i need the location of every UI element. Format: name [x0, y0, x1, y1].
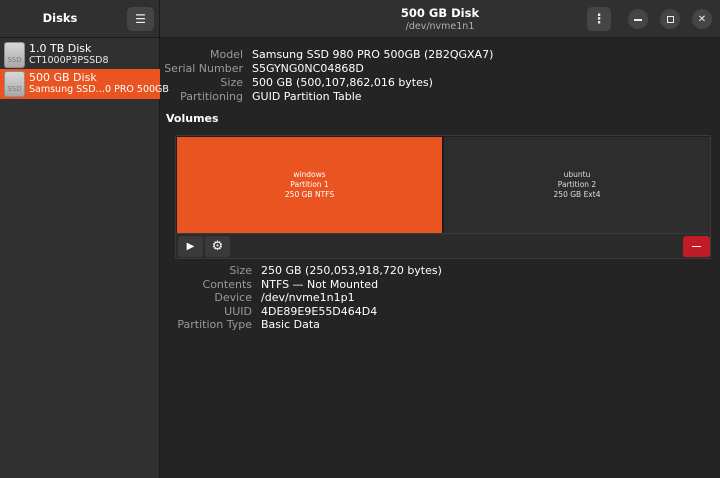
partition-size-label: Size	[229, 264, 252, 277]
device-value: /dev/nvme1n1p1	[261, 291, 355, 304]
serial-value: S5GYNG0NC04868D	[252, 62, 364, 75]
partitioning-label: Partitioning	[180, 90, 243, 103]
hamburger-icon: ☰	[135, 12, 146, 26]
size-label: Size	[220, 76, 243, 89]
uuid-label: UUID	[224, 304, 252, 318]
play-icon: ▶	[186, 241, 195, 252]
disk-item-1tb[interactable]: SSD 1.0 TB Disk CT1000P3PSSD8	[0, 40, 160, 70]
partition-type-value: Basic Data	[261, 318, 320, 331]
partition-info: Size 250 GB (250,053,918,720 bytes) Cont…	[160, 264, 720, 334]
volume-toolbar: ▶ ⚙	[176, 233, 710, 258]
minimize-icon	[634, 19, 642, 21]
disk-name: 1.0 TB Disk	[29, 42, 92, 55]
partition-detail: 250 GB NTFS	[284, 190, 335, 199]
maximize-icon	[666, 15, 674, 23]
partition-name: ubuntu	[563, 170, 591, 179]
partitioning-value: GUID Partition Table	[252, 90, 362, 103]
device-label: Device	[214, 291, 252, 304]
model-label: Model	[209, 48, 243, 61]
partition-1-block[interactable]: windows Partition 1 250 GB NTFS	[177, 137, 443, 233]
kebab-menu-icon: ⋮	[592, 11, 606, 27]
volume-map: windows Partition 1 250 GB NTFS ubuntu P…	[175, 135, 711, 259]
partition-size-value: 250 GB (250,053,918,720 bytes)	[261, 264, 442, 277]
contents-value: NTFS — Not Mounted	[261, 277, 379, 291]
volumes-heading: Volumes	[166, 112, 219, 125]
disk-model: CT1000P3PSSD8	[29, 55, 109, 66]
disk-info: Model Samsung SSD 980 PRO 500GB (2B2QGXA…	[160, 48, 720, 108]
disk-item-500gb[interactable]: SSD 500 GB Disk Samsung SSD…0 PRO 500GB	[0, 69, 169, 99]
ssd-drive-icon: SSD	[4, 42, 25, 68]
minus-icon	[692, 245, 701, 248]
disk-model: Samsung SSD…0 PRO 500GB	[29, 84, 169, 95]
ssd-drive-icon: SSD	[4, 71, 25, 97]
drive-options-button[interactable]: ⋮	[587, 7, 611, 31]
partition-name: windows	[293, 170, 326, 179]
mount-button[interactable]: ▶	[178, 236, 203, 257]
partition-detail: 250 GB Ext4	[553, 190, 601, 199]
minimize-button[interactable]	[628, 9, 648, 29]
maximize-button[interactable]	[660, 9, 680, 29]
partition-number: Partition 1	[290, 180, 329, 189]
main-menu-button[interactable]: ☰	[127, 7, 154, 31]
serial-label: Serial Number	[164, 62, 243, 75]
model-value: Samsung SSD 980 PRO 500GB (2B2QGXA7)	[252, 48, 494, 61]
gear-icon: ⚙	[211, 239, 224, 254]
close-icon: ✕	[697, 13, 707, 25]
close-button[interactable]: ✕	[692, 9, 712, 29]
disks-window: Disks ☰ SSD 1.0 TB Disk CT1000P3PSSD8 SS…	[0, 0, 720, 478]
partition-options-button[interactable]: ⚙	[205, 236, 230, 257]
header-bar: 500 GB Disk /dev/nvme1n1 ⋮ ✕	[160, 0, 720, 38]
disk-name: 500 GB Disk	[29, 71, 97, 84]
size-value: 500 GB (500,107,862,016 bytes)	[252, 76, 433, 89]
partition-type-label: Partition Type	[177, 318, 252, 331]
sidebar: Disks ☰ SSD 1.0 TB Disk CT1000P3PSSD8 SS…	[0, 0, 169, 478]
delete-partition-button[interactable]	[683, 236, 710, 257]
sidebar-header: Disks ☰	[0, 0, 159, 38]
partition-2-block[interactable]: ubuntu Partition 2 250 GB Ext4	[444, 137, 710, 233]
partition-number: Partition 2	[557, 180, 597, 189]
contents-label: Contents	[202, 277, 252, 291]
uuid-value: 4DE89E9E55D464D4	[261, 304, 378, 318]
